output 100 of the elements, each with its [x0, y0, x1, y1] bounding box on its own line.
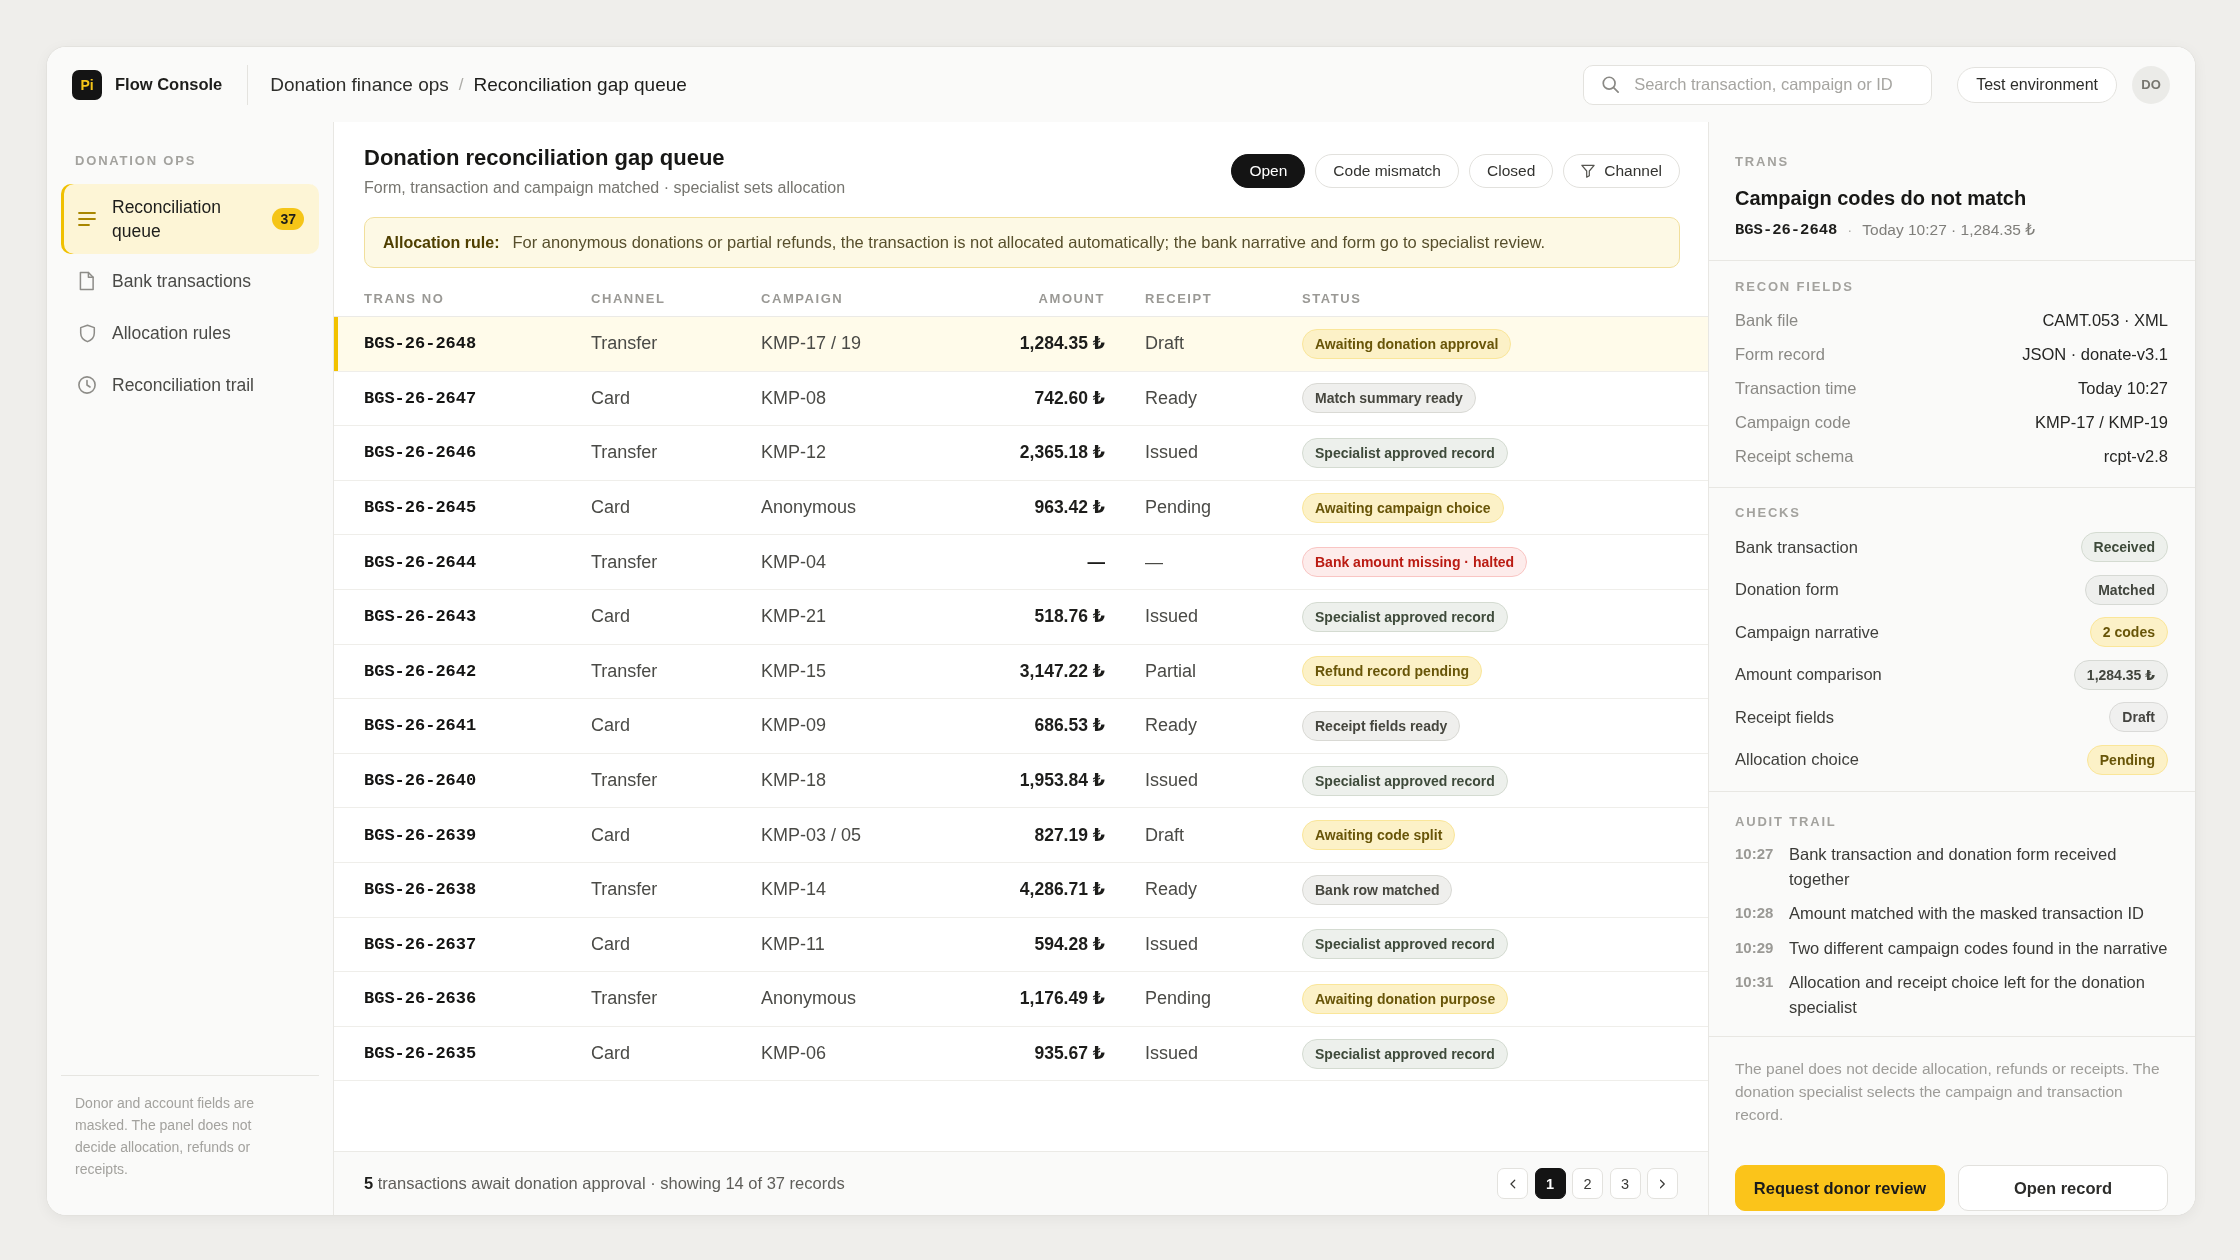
channel-name: Card [591, 606, 631, 628]
field-value: CAMT.053 · XML [2042, 310, 2168, 330]
campaign-code: KMP-08 [761, 387, 828, 409]
channel-name: Transfer [591, 770, 659, 792]
table-row[interactable]: BGS-26-2635 Card KMP-06 935.67 ₺ Issued Specialist approved record [334, 1026, 1708, 1082]
table-row[interactable]: BGS-26-2645 Card Anonymous 963.42 ₺ Pending Awaiting campaign choice [334, 480, 1708, 536]
audit-time: 10:27 [1735, 844, 1775, 864]
transaction-number: BGS-26-2648 [1735, 220, 1838, 240]
field-value: JSON · donate-v3.1 [2022, 344, 2168, 364]
list-icon [78, 212, 96, 226]
sidebar-note: Donor and account fields are masked. The panel does not decide allocation, refunds or receipts. [75, 1094, 255, 1179]
campaign-code: KMP-11 [761, 933, 826, 955]
field-label: Campaign code [1735, 412, 1851, 432]
breadcrumb-current: Reconciliation gap queue [473, 73, 687, 96]
environment-button[interactable]: Test environment [1957, 66, 2117, 103]
campaign-code: KMP-17 / 19 [761, 333, 863, 355]
table-row[interactable]: BGS-26-2639 Card KMP-03 / 05 827.19 ₺ Draft Awaiting code split [334, 808, 1708, 863]
amount-value: 1,284.35 ₺ [1019, 333, 1105, 355]
previous-page-button[interactable] [1497, 1168, 1528, 1199]
records-summary: 5 transactions await donation approval · showing 14 of 37 records [364, 1174, 845, 1193]
table-row[interactable]: BGS-26-2641 Card KMP-09 686.53 ₺ Ready Receipt fields ready [334, 699, 1708, 754]
field-value: KMP-17 / KMP-19 [2035, 412, 2168, 432]
table-row[interactable]: BGS-26-2644 Transfer KMP-04 — — Bank amount missing · halted [334, 535, 1708, 590]
nav-item[interactable]: Reconciliation trail [61, 360, 319, 410]
table-row[interactable]: BGS-26-2646 Transfer KMP-12 2,365.18 ₺ Issued Specialist approved record [334, 426, 1708, 481]
search-field[interactable]: Search transaction, campaign or ID [1583, 64, 1933, 105]
status-badge: Awaiting code split [1302, 820, 1456, 851]
table-row[interactable]: BGS-26-2647 Card KMP-08 742.60 ₺ Ready Match summary ready [334, 371, 1708, 427]
filter-chip[interactable]: Open [1231, 154, 1306, 188]
transaction-number: BGS-26-2641 [364, 716, 478, 736]
shield-icon [78, 323, 96, 343]
amount-value: 963.42 ₺ [1034, 497, 1105, 519]
audit-text: Bank transaction and donation form received together [1789, 844, 2118, 890]
rule-text: For anonymous donations or partial refunds, the transaction is not allocated automatically; the bank narrative and form go to specialist review. [512, 233, 1546, 252]
amount-value: 2,365.18 ₺ [1019, 442, 1105, 464]
campaign-code: KMP-09 [761, 715, 828, 737]
section-label: DONATION OPS [74, 153, 198, 169]
status-badge: Bank amount missing · halted [1302, 547, 1528, 578]
filter-chip[interactable]: Closed [1469, 154, 1554, 188]
status-badge: Specialist approved record [1302, 438, 1508, 468]
transaction-number: BGS-26-2639 [364, 825, 478, 845]
status-badge: Match summary ready [1302, 383, 1476, 414]
nav-item[interactable]: Reconciliation queue 37 [61, 184, 319, 254]
page-button[interactable]: 2 [1572, 1168, 1603, 1199]
nav-item[interactable]: Allocation rules [61, 308, 319, 358]
table-row[interactable]: BGS-26-2637 Card KMP-11 594.28 ₺ Issued Specialist approved record [334, 917, 1708, 973]
table-row[interactable]: BGS-26-2648 Transfer KMP-17 / 19 1,284.35 ₺ Draft Awaiting donation approval [334, 317, 1708, 372]
action-button[interactable]: Request donor review [1735, 1165, 1945, 1211]
chevron-left-icon [1509, 1178, 1516, 1189]
column-header: RECEIPT [1144, 291, 1214, 306]
next-page-button[interactable] [1647, 1168, 1678, 1199]
status-badge: Bank row matched [1302, 874, 1453, 905]
amount-value: 742.60 ₺ [1034, 387, 1105, 409]
table-row[interactable]: BGS-26-2642 Transfer KMP-15 3,147.22 ₺ Partial Refund record pending [334, 644, 1708, 700]
campaign-code: KMP-18 [761, 770, 828, 792]
check-label: Campaign narrative [1735, 622, 1879, 642]
column-header: STATUS [1302, 291, 1363, 306]
issue-title: Campaign codes do not match [1735, 186, 2028, 211]
transaction-number: BGS-26-2645 [364, 498, 478, 518]
check-status-badge: Received [2080, 532, 2168, 563]
table-row[interactable]: BGS-26-2636 Transfer Anonymous 1,176.49 ₺ Pending Awaiting donation purpose [334, 972, 1708, 1027]
field-value: Today 10:27 [2078, 378, 2168, 398]
app-name: Flow Console [115, 75, 223, 94]
breadcrumb-link[interactable]: Donation finance ops [270, 73, 449, 96]
table-row[interactable]: BGS-26-2640 Transfer KMP-18 1,953.84 ₺ Issued Specialist approved record [334, 753, 1708, 809]
channel-filter-button[interactable]: Channel [1563, 154, 1680, 188]
nav-item[interactable]: Bank transactions [61, 256, 319, 306]
column-header: CHANNEL [591, 291, 667, 306]
page-button[interactable]: 1 [1534, 1168, 1566, 1199]
count-badge: 37 [272, 208, 304, 230]
user-avatar[interactable]: DO [2132, 65, 2170, 104]
channel-name: Card [591, 933, 631, 955]
transaction-meta: Today 10:27 · 1,284.35 ₺ [1862, 220, 2036, 240]
campaign-code: KMP-14 [761, 879, 828, 901]
receipt-state: Ready [1145, 387, 1199, 409]
table-row[interactable]: BGS-26-2643 Card KMP-21 518.76 ₺ Issued Specialist approved record [334, 589, 1708, 645]
field-label: Receipt schema [1735, 446, 1854, 466]
filter-chip[interactable]: Code mismatch [1315, 154, 1459, 188]
search-icon [1602, 76, 1620, 93]
field-label: Form record [1735, 344, 1825, 364]
check-status-badge: 2 codes [2089, 617, 2168, 648]
amount-value: — [1087, 551, 1105, 573]
status-badge: Refund record pending [1302, 656, 1482, 687]
campaign-code: Anonymous [761, 988, 858, 1010]
campaign-code: KMP-04 [761, 551, 828, 573]
field-label: Bank file [1735, 310, 1799, 330]
channel-name: Transfer [591, 988, 659, 1010]
amount-value: 1,176.49 ₺ [1019, 988, 1105, 1010]
table-row[interactable]: BGS-26-2638 Transfer KMP-14 4,286.71 ₺ Ready Bank row matched [334, 862, 1708, 918]
field-label: Transaction time [1735, 378, 1857, 398]
campaign-code: KMP-15 [761, 660, 828, 682]
channel-name: Card [591, 1043, 631, 1064]
check-status-badge: Draft [2109, 702, 2168, 733]
section-label: TRANS [1735, 154, 1790, 170]
status-badge: Receipt fields ready [1302, 710, 1461, 741]
breadcrumb-separator: / [458, 74, 464, 95]
channel-name: Transfer [591, 442, 659, 464]
page-button[interactable]: 3 [1609, 1168, 1641, 1199]
audit-time: 10:28 [1735, 903, 1775, 923]
action-button[interactable]: Open record [1958, 1165, 2168, 1211]
